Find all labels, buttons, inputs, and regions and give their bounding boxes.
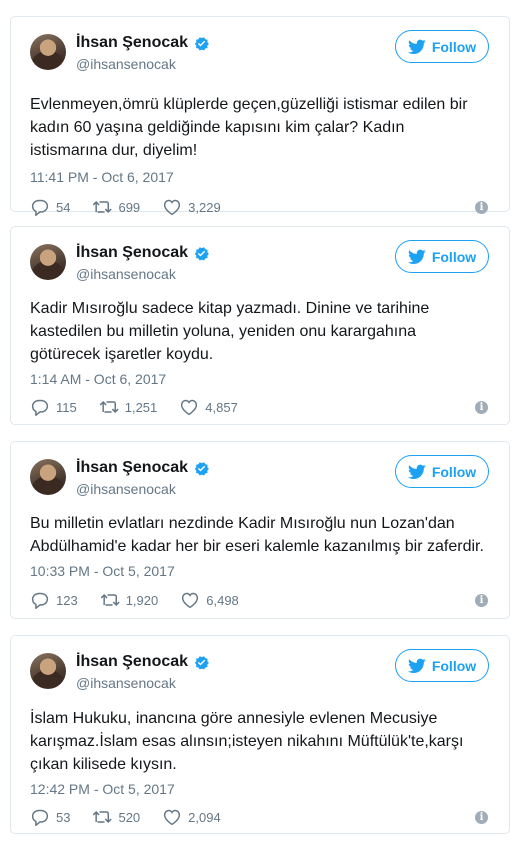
avatar[interactable] (30, 459, 66, 495)
info-icon[interactable]: i (475, 401, 488, 414)
tweet-card: İhsan Şenocak @ihsansenocak Follow Evlen… (10, 16, 510, 216)
follow-button[interactable]: Follow (395, 649, 489, 682)
tweet-text: Kadir Mısıroğlu sadece kitap yazmadı. Di… (30, 300, 430, 363)
reply-count: 115 (56, 399, 77, 415)
tweet-card: İhsan Şenocak @ihsansenocak Follow İslam… (10, 635, 510, 834)
follow-button[interactable]: Follow (395, 240, 489, 273)
tweet-actions: 53 520 2,094 (30, 808, 243, 826)
verified-badge-icon (194, 461, 209, 476)
retweet-count: 520 (118, 809, 141, 825)
heart-icon (164, 199, 181, 216)
verified-badge-icon (194, 36, 209, 51)
retweet-icon (93, 200, 113, 214)
retweet-button[interactable]: 1,251 (99, 398, 158, 416)
follow-label: Follow (431, 38, 477, 55)
tweet-actions: 123 1,920 6,498 (30, 591, 261, 609)
retweet-icon (99, 400, 119, 414)
author-name[interactable]: İhsan Şenocak (76, 653, 188, 671)
reply-button[interactable]: 115 (30, 398, 77, 416)
heart-icon (182, 592, 199, 609)
tweet-timestamp[interactable]: 1:14 AM - Oct 6, 2017 (30, 371, 166, 387)
heart-icon (164, 809, 181, 826)
tweet-actions: 115 1,251 4,857 (30, 398, 260, 416)
tweet-text: Evlenmeyen,ömrü klüplerde geçen,güzelliğ… (30, 96, 468, 159)
tweet-text: İslam Hukuku, inancına göre annesiyle ev… (30, 710, 464, 773)
reply-count: 53 (56, 809, 71, 825)
follow-button[interactable]: Follow (395, 455, 489, 488)
verified-badge-icon (194, 246, 209, 261)
verified-badge-icon (194, 655, 209, 670)
author-handle[interactable]: @ihsansenocak (76, 56, 176, 72)
follow-button[interactable]: Follow (395, 30, 489, 63)
retweet-count: 1,251 (124, 399, 158, 415)
avatar[interactable] (30, 244, 66, 280)
author-handle[interactable]: @ihsansenocak (76, 481, 176, 497)
retweet-count: 699 (118, 199, 141, 215)
reply-count: 123 (56, 592, 78, 608)
like-button[interactable]: 6,498 (180, 591, 239, 609)
twitter-bird-icon (407, 464, 426, 479)
like-button[interactable]: 2,094 (162, 808, 221, 826)
follow-label: Follow (431, 248, 477, 265)
reply-icon (31, 199, 49, 216)
like-count: 2,094 (188, 809, 221, 825)
info-icon[interactable]: i (475, 594, 488, 607)
author-handle[interactable]: @ihsansenocak (76, 675, 176, 691)
reply-icon (31, 399, 49, 416)
info-icon[interactable]: i (475, 201, 488, 214)
retweet-count: 1,920 (125, 592, 159, 608)
follow-label: Follow (431, 463, 477, 480)
reply-count: 54 (56, 199, 71, 215)
twitter-bird-icon (407, 39, 426, 54)
like-count: 6,498 (206, 592, 239, 608)
author-name[interactable]: İhsan Şenocak (76, 244, 188, 262)
retweet-icon (93, 810, 113, 824)
like-count: 3,229 (188, 199, 221, 215)
author-name[interactable]: İhsan Şenocak (76, 34, 188, 52)
tweet-timestamp[interactable]: 10:33 PM - Oct 5, 2017 (30, 563, 175, 579)
tweet-timestamp[interactable]: 12:42 PM - Oct 5, 2017 (30, 781, 175, 797)
retweet-button[interactable]: 1,920 (100, 591, 159, 609)
like-button[interactable]: 3,229 (162, 198, 221, 216)
tweet-timestamp[interactable]: 11:41 PM - Oct 6, 2017 (30, 169, 174, 185)
reply-icon (31, 592, 49, 609)
twitter-bird-icon (407, 658, 426, 673)
reply-button[interactable]: 53 (30, 808, 70, 826)
like-button[interactable]: 4,857 (179, 398, 238, 416)
reply-button[interactable]: 123 (30, 591, 78, 609)
retweet-icon (100, 593, 120, 607)
avatar[interactable] (30, 34, 66, 70)
author-name[interactable]: İhsan Şenocak (76, 459, 188, 477)
tweet-card: İhsan Şenocak @ihsansenocak Follow Kadir… (10, 226, 510, 425)
follow-label: Follow (431, 657, 477, 674)
reply-button[interactable]: 54 (30, 198, 70, 216)
tweet-card: İhsan Şenocak @ihsansenocak Follow Bu mi… (10, 441, 510, 619)
tweet-text: Bu milletin evlatları nezdinde Kadir Mıs… (30, 515, 484, 555)
like-count: 4,857 (205, 399, 238, 415)
avatar[interactable] (30, 653, 66, 689)
retweet-button[interactable]: 699 (92, 198, 140, 216)
author-row: İhsan Şenocak (76, 244, 210, 262)
author-row: İhsan Şenocak (76, 653, 210, 671)
author-handle[interactable]: @ihsansenocak (76, 266, 176, 282)
author-row: İhsan Şenocak (76, 459, 210, 477)
heart-icon (181, 399, 198, 416)
author-row: İhsan Şenocak (76, 34, 210, 52)
info-icon[interactable]: i (475, 811, 488, 824)
twitter-bird-icon (407, 249, 426, 264)
reply-icon (31, 809, 49, 826)
retweet-button[interactable]: 520 (92, 808, 140, 826)
tweet-actions: 54 699 3,229 (30, 198, 243, 216)
